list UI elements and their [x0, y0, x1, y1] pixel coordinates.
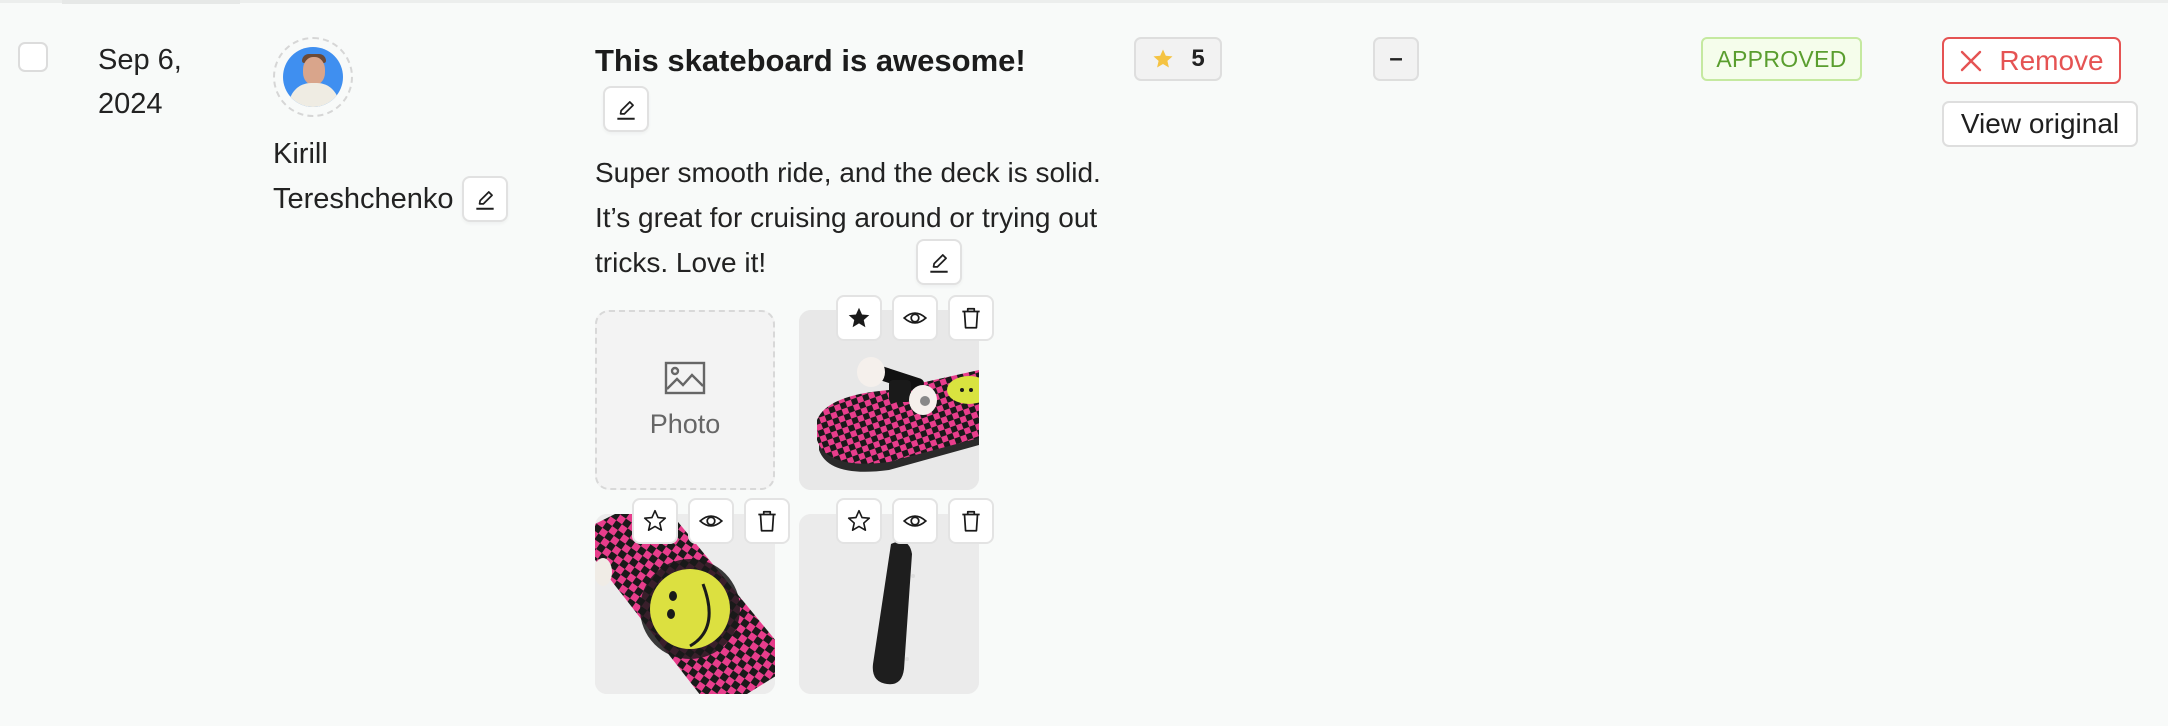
remove-label: Remove [1999, 44, 2104, 76]
star-filled-icon [848, 307, 870, 328]
author-name: Kirill Tereshchenko [273, 132, 454, 222]
pencil-icon [930, 254, 948, 273]
delete-photo-1-button[interactable] [948, 295, 994, 341]
review-body-text: Super smooth ride, and the deck is solid… [595, 157, 1101, 278]
author-last-name: Tereshchenko [273, 183, 454, 215]
review-title: This skateboard is awesome! [595, 43, 1026, 78]
image-icon [664, 361, 706, 394]
trash-icon [962, 307, 980, 329]
avatar [283, 47, 343, 107]
view-original-button[interactable]: View original [1942, 101, 2138, 147]
reply-badge[interactable]: – [1373, 37, 1419, 81]
rating-value: 5 [1191, 45, 1205, 72]
add-photo-label: Photo [649, 408, 721, 439]
review-date: Sep 6, 2024 [98, 44, 182, 120]
edit-title-button[interactable] [603, 86, 649, 132]
feature-photo-2-button[interactable] [632, 498, 678, 544]
delete-photo-2-button[interactable] [744, 498, 790, 544]
pencil-icon [476, 191, 494, 210]
eye-icon [698, 515, 724, 527]
preview-photo-2-button[interactable] [688, 498, 734, 544]
author-first-name: Kirill [273, 138, 328, 170]
edit-body-button[interactable] [916, 239, 962, 285]
star-outline-icon [847, 509, 871, 532]
close-icon [1961, 50, 1982, 71]
row-select-checkbox[interactable] [18, 42, 48, 72]
rating-badge[interactable]: 5 [1134, 37, 1222, 81]
star-icon [1153, 49, 1173, 68]
pencil-icon [617, 101, 635, 120]
trash-icon [962, 510, 980, 532]
star-outline-icon [643, 509, 667, 532]
preview-photo-1-button[interactable] [892, 295, 938, 341]
add-photo-button[interactable]: Photo [595, 310, 775, 490]
eye-icon [902, 312, 928, 324]
trash-icon [758, 510, 776, 532]
remove-button[interactable]: Remove [1942, 37, 2121, 84]
header-tab-indicator [62, 0, 240, 4]
review-body: Super smooth ride, and the deck is solid… [595, 150, 1105, 285]
delete-photo-3-button[interactable] [948, 498, 994, 544]
preview-photo-3-button[interactable] [892, 498, 938, 544]
status-badge: APPROVED [1701, 37, 1862, 81]
edit-author-button[interactable] [462, 176, 508, 222]
feature-photo-1-button[interactable] [836, 295, 882, 341]
eye-icon [902, 515, 928, 527]
top-divider [0, 0, 2168, 3]
feature-photo-3-button[interactable] [836, 498, 882, 544]
